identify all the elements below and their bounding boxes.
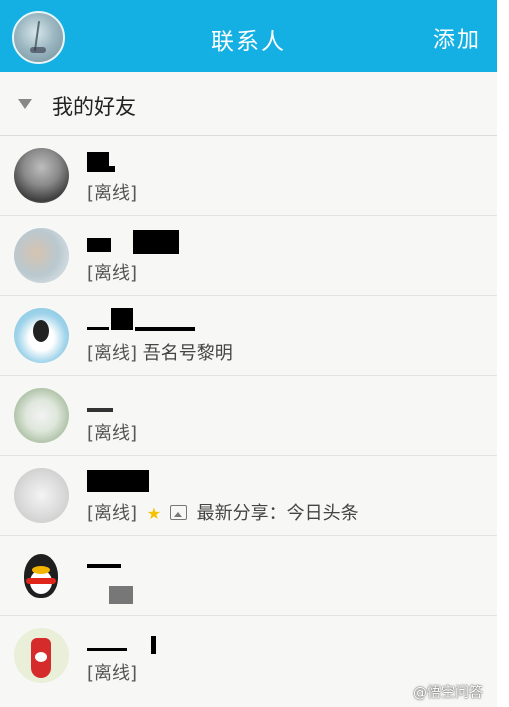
contact-row[interactable]: [离线]: [0, 216, 497, 296]
contact-status-line: [离线] 吾名号黎明: [87, 339, 233, 365]
contact-status-line: [离线]: [87, 259, 137, 285]
contact-signature: 最新分享：今日头条: [196, 503, 359, 524]
contact-avatar: [14, 388, 69, 443]
app-header: 联系人 添加: [0, 0, 497, 72]
watermark: @悟空问答: [413, 685, 483, 701]
contact-avatar: [14, 628, 69, 683]
contact-status-line: [离线] ★ 最新分享：今日头条: [87, 499, 359, 525]
online-status: [离线]: [87, 423, 138, 444]
contact-row[interactable]: [0, 536, 497, 616]
contact-status-line: [离线]: [87, 659, 137, 685]
add-contact-button[interactable]: 添加: [433, 22, 481, 54]
qq-penguin-scarf: [26, 578, 56, 584]
online-status: [离线]: [87, 183, 138, 204]
ketchup-label: [35, 652, 47, 662]
snoopy-ear: [33, 320, 49, 342]
friend-group-header[interactable]: 我的好友: [0, 72, 497, 136]
screen-edge: [497, 0, 509, 707]
online-status: [离线]: [87, 663, 138, 684]
contact-avatar: [14, 228, 69, 283]
image-icon: [169, 505, 187, 520]
caret-down-icon: [18, 99, 32, 109]
contacts-screen: 联系人 添加 我的好友 [离线] [离线] [离线] 吾名号黎明 [离线] [离…: [0, 0, 497, 707]
page-title: 联系人: [211, 29, 286, 55]
contact-row[interactable]: [离线]: [0, 136, 497, 216]
contact-avatar: [14, 468, 69, 523]
contact-status-line: [离线]: [87, 179, 137, 205]
qq-penguin-beak: [32, 566, 50, 574]
contact-avatar: [14, 148, 69, 203]
contact-row[interactable]: [离线] ★ 最新分享：今日头条: [0, 456, 497, 536]
online-status: [离线]: [87, 263, 138, 284]
contact-signature: 吾名号黎明: [142, 343, 233, 364]
contact-avatar: [14, 548, 69, 603]
star-icon: ★: [146, 504, 162, 523]
online-status: [离线]: [87, 503, 138, 524]
contact-row[interactable]: [离线] 吾名号黎明: [0, 296, 497, 376]
contact-avatar: [14, 308, 69, 363]
contact-status-line: [离线]: [87, 419, 137, 445]
group-label: 我的好友: [52, 95, 136, 119]
contact-row[interactable]: [离线]: [0, 376, 497, 456]
online-status: [离线]: [87, 343, 138, 364]
